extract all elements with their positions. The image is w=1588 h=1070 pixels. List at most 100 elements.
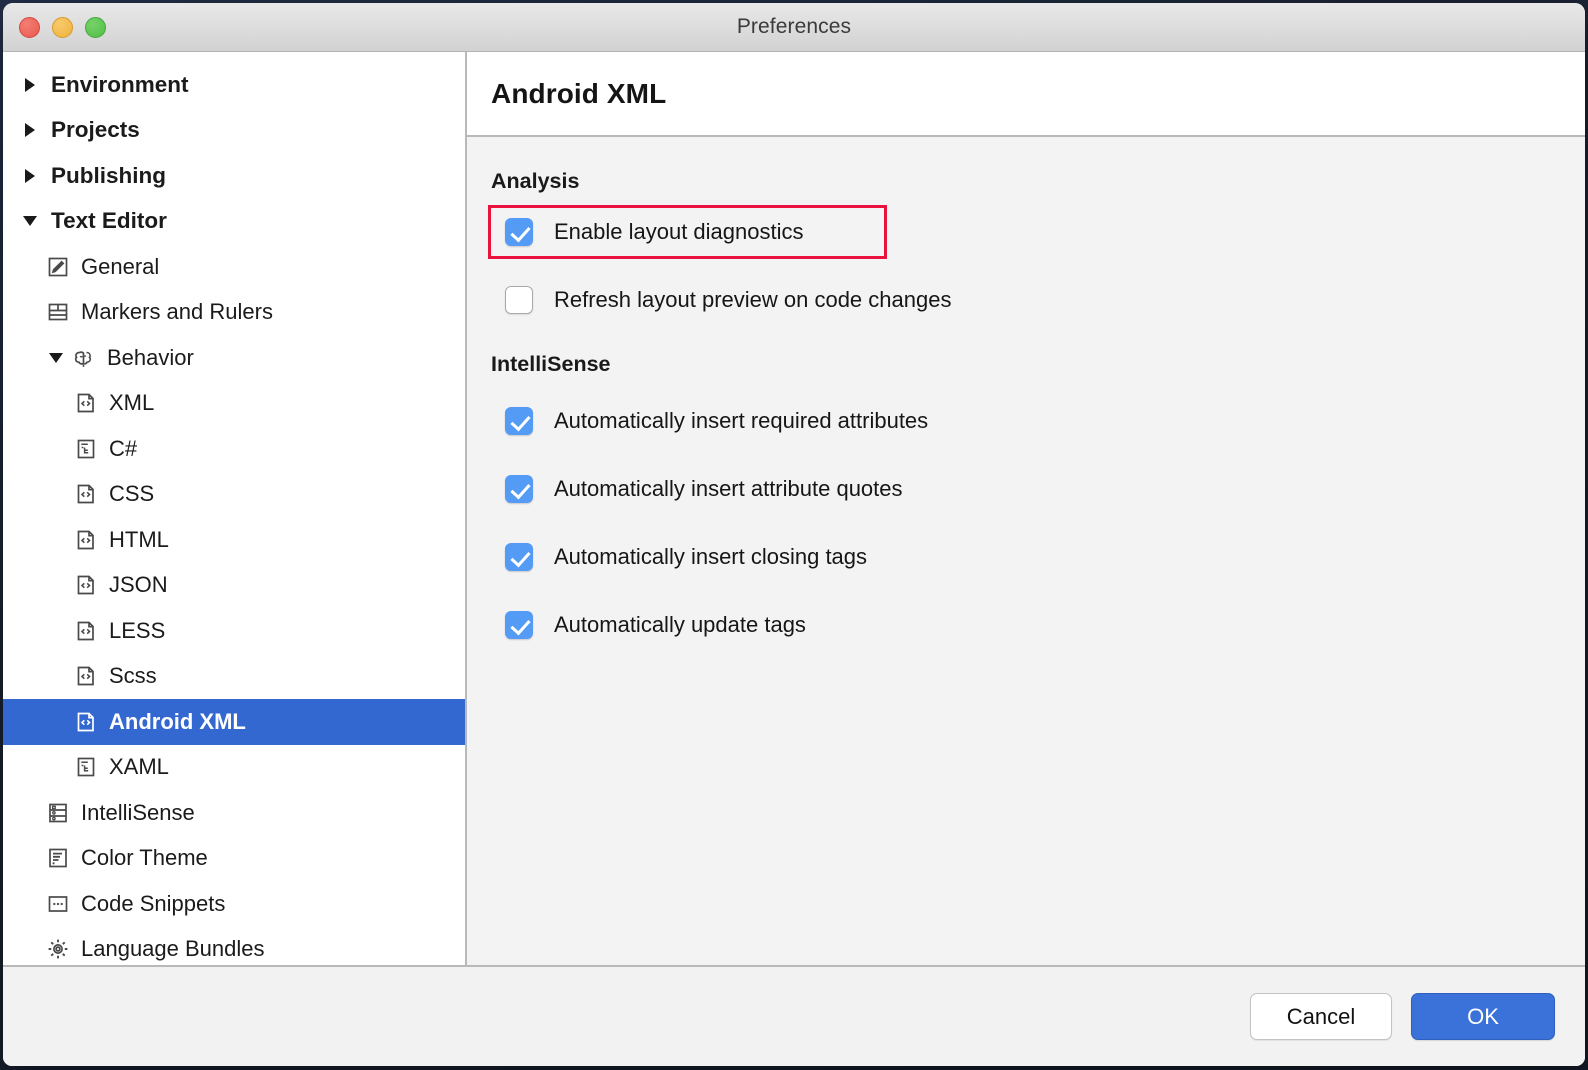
sidebar-item-label: Language Bundles — [81, 936, 265, 962]
markup-file-icon — [71, 436, 101, 462]
table-grid-icon — [43, 299, 73, 325]
window-title: Preferences — [736, 15, 852, 38]
disclosure-triangle — [49, 352, 63, 363]
sidebar-item-label: Scss — [109, 663, 157, 689]
checkbox-label: Automatically update tags — [554, 612, 806, 637]
settings-group-title: IntelliSense — [491, 352, 611, 376]
checkbox-row[interactable]: Automatically insert attribute quotes — [491, 465, 1561, 513]
sidebar-item-css[interactable]: CSS — [3, 472, 465, 518]
settings-list: Analysis Enable layout diagnostics Refresh… — [467, 137, 1585, 965]
sidebar-item-label: IntelliSense — [81, 799, 195, 825]
checkbox-label: Refresh layout preview on code changes — [554, 287, 952, 312]
sidebar-item-intellisense[interactable]: IntelliSense — [3, 790, 465, 836]
sidebar-item-label: LESS — [109, 617, 166, 643]
checkbox-label: Enable layout diagnostics — [554, 219, 804, 244]
sidebar-item-label: C# — [109, 435, 138, 461]
disclosure-triangle — [25, 77, 35, 92]
sidebar-item-label: Behavior — [107, 344, 194, 370]
sidebar-item-label: Text Editor — [51, 208, 167, 234]
checkbox-checked-icon[interactable] — [505, 475, 533, 503]
sidebar-item-label: Environment — [51, 71, 189, 97]
disclosure-triangle — [25, 123, 35, 138]
checkbox-checked-icon[interactable] — [505, 218, 533, 246]
chevron-right-icon[interactable] — [17, 168, 43, 183]
sidebar-item-language-bundles[interactable]: Language Bundles — [3, 927, 465, 966]
window-body: Environment Projects Publishing Text Editor… — [3, 52, 1585, 965]
sidebar-item-xaml[interactable]: XAML — [3, 745, 465, 791]
sidebar-item-html[interactable]: HTML — [3, 517, 465, 563]
close-button-icon[interactable] — [19, 17, 40, 38]
maximize-button-icon[interactable] — [85, 17, 106, 38]
code-file-icon — [71, 390, 101, 416]
window-titlebar: Preferences — [3, 3, 1585, 52]
chevron-right-icon[interactable] — [17, 77, 43, 92]
disclosure-triangle — [23, 216, 37, 227]
settings-group-title: Analysis — [491, 169, 580, 193]
sidebar-item-projects[interactable]: Projects — [3, 108, 465, 154]
sidebar-item-label: General — [81, 253, 160, 279]
page-title: Android XML — [491, 77, 667, 109]
sidebar-item-color-theme[interactable]: Color Theme — [3, 836, 465, 882]
checkbox-unchecked-icon[interactable] — [505, 286, 533, 314]
content-header: Android XML — [467, 52, 1585, 137]
checkbox-row[interactable]: Refresh layout preview on code changes — [491, 276, 1561, 324]
preferences-window: Preferences Environment Projects Publishin… — [3, 3, 1585, 1066]
sidebar-item-behavior[interactable]: Behavior — [3, 335, 465, 381]
checkbox-label: Automatically insert required attributes — [554, 408, 929, 433]
sidebar-item-label: Android XML — [109, 708, 246, 734]
checkbox-label: Automatically insert attribute quotes — [554, 476, 903, 501]
sidebar-item-environment[interactable]: Environment — [3, 62, 465, 108]
disclosure-triangle — [25, 168, 35, 183]
checkbox-row[interactable]: Automatically insert required attributes — [491, 397, 1561, 445]
sidebar-item-scss[interactable]: Scss — [3, 654, 465, 700]
sidebar-item-label: XAML — [109, 754, 169, 780]
sidebar-item-label: Publishing — [51, 162, 166, 188]
chevron-right-icon[interactable] — [17, 123, 43, 138]
ellipsis-box-icon — [43, 891, 73, 917]
markup-file-icon — [71, 754, 101, 780]
sidebar-item-code-snippets[interactable]: Code Snippets — [3, 881, 465, 927]
sidebar-item-json[interactable]: JSON — [3, 563, 465, 609]
cancel-button[interactable]: Cancel — [1250, 993, 1392, 1040]
code-file-icon — [71, 481, 101, 507]
sidebar-item-publishing[interactable]: Publishing — [3, 153, 465, 199]
chevron-down-icon[interactable] — [43, 352, 69, 363]
text-lines-icon — [43, 845, 73, 871]
sidebar-item-android-xml[interactable]: Android XML — [3, 699, 465, 745]
code-file-icon — [71, 618, 101, 644]
checkbox-row[interactable]: Automatically update tags — [491, 601, 1561, 649]
dialog-footer: Cancel OK — [3, 965, 1585, 1066]
sidebar-item-label: CSS — [109, 481, 155, 507]
checkbox-label: Automatically insert closing tags — [554, 544, 868, 569]
sidebar-item-markers-and-rulers[interactable]: Markers and Rulers — [3, 290, 465, 336]
sidebar-item-c[interactable]: C# — [3, 426, 465, 472]
sidebar-item-label: HTML — [109, 526, 169, 552]
gear-icon — [43, 936, 73, 962]
checkbox-row[interactable]: Enable layout diagnostics — [488, 205, 887, 259]
preferences-content: Android XML Analysis Enable layout diagno… — [467, 52, 1585, 965]
code-file-icon — [71, 663, 101, 689]
traffic-light-group — [19, 3, 106, 52]
preferences-sidebar[interactable]: Environment Projects Publishing Text Editor… — [3, 52, 467, 965]
sidebar-item-label: Markers and Rulers — [81, 299, 273, 325]
checkbox-checked-icon[interactable] — [505, 543, 533, 571]
list-rows-icon — [43, 800, 73, 826]
pencil-square-icon — [43, 254, 73, 280]
sidebar-item-less[interactable]: LESS — [3, 608, 465, 654]
checkbox-checked-icon[interactable] — [505, 611, 533, 639]
sidebar-item-label: XML — [109, 390, 155, 416]
sidebar-item-label: Projects — [51, 117, 140, 143]
brain-icon — [69, 345, 99, 371]
checkbox-checked-icon[interactable] — [505, 407, 533, 435]
minimize-button-icon[interactable] — [52, 17, 73, 38]
checkbox-row[interactable]: Automatically insert closing tags — [491, 533, 1561, 581]
ok-button[interactable]: OK — [1411, 993, 1555, 1040]
code-file-icon — [71, 527, 101, 553]
sidebar-item-general[interactable]: General — [3, 244, 465, 290]
chevron-down-icon[interactable] — [17, 216, 43, 227]
sidebar-item-label: Color Theme — [81, 845, 208, 871]
sidebar-item-xml[interactable]: XML — [3, 381, 465, 427]
code-file-icon — [71, 572, 101, 598]
sidebar-item-label: Code Snippets — [81, 890, 226, 916]
sidebar-item-text-editor[interactable]: Text Editor — [3, 199, 465, 245]
